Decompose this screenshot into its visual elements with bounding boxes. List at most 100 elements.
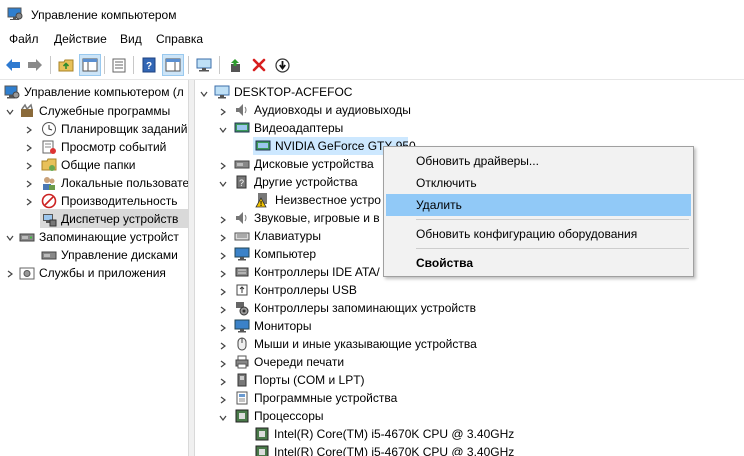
desktop-computer-icon bbox=[214, 84, 230, 100]
menu-item-scan-hardware[interactable]: Обновить конфигурацию оборудования bbox=[386, 223, 691, 245]
chevron-right-icon[interactable] bbox=[218, 359, 228, 369]
tree-item-other-devices[interactable]: ? Другие устройства bbox=[234, 173, 358, 191]
tree-item-display-adapters[interactable]: Видеоадаптеры bbox=[234, 119, 343, 137]
pane-splitter[interactable] bbox=[189, 80, 195, 456]
chevron-right-icon[interactable] bbox=[218, 323, 228, 333]
chevron-down-icon[interactable] bbox=[218, 125, 228, 135]
storage-icon bbox=[19, 229, 35, 245]
tree-item-processors[interactable]: Процессоры bbox=[234, 407, 324, 425]
download-circle-icon[interactable] bbox=[271, 54, 293, 76]
chevron-right-icon[interactable] bbox=[24, 125, 34, 135]
chevron-right-icon[interactable] bbox=[24, 161, 34, 171]
menu-file[interactable]: Файл bbox=[9, 32, 39, 46]
device-context-menu: Обновить драйверы... Отключить Удалить О… bbox=[383, 146, 694, 277]
tree-item-unknown-device[interactable]: ! Неизвестное устро bbox=[255, 191, 381, 209]
chevron-right-icon[interactable] bbox=[218, 269, 228, 279]
tree-item-shared-folders[interactable]: Общие папки bbox=[41, 156, 135, 174]
computer-management-icon bbox=[4, 84, 20, 100]
toolbar-separator bbox=[188, 56, 189, 74]
tree-item-usb-controllers[interactable]: Контроллеры USB bbox=[234, 281, 357, 299]
tree-item-local-users[interactable]: Локальные пользовате bbox=[41, 174, 188, 192]
tree-item-monitors[interactable]: Мониторы bbox=[234, 317, 311, 335]
chevron-down-icon[interactable] bbox=[199, 89, 209, 99]
chevron-down-icon[interactable] bbox=[5, 233, 15, 243]
chevron-right-icon[interactable] bbox=[218, 305, 228, 315]
chevron-right-icon[interactable] bbox=[218, 341, 228, 351]
tree-item-system-tools[interactable]: Служебные программы bbox=[19, 102, 170, 120]
menu-item-update-driver[interactable]: Обновить драйверы... bbox=[386, 150, 691, 172]
tree-item-cpu-core[interactable]: Intel(R) Core(TM) i5-4670K CPU @ 3.40GHz bbox=[254, 443, 514, 456]
title-bar: Управление компьютером bbox=[0, 0, 744, 30]
tree-item-ports[interactable]: Порты (COM и LPT) bbox=[234, 371, 365, 389]
chevron-right-icon[interactable] bbox=[218, 233, 228, 243]
unknown-device-icon: ? bbox=[234, 174, 250, 190]
tree-item-mice[interactable]: Мыши и иные указывающие устройства bbox=[234, 335, 477, 353]
show-hide-tree-icon[interactable] bbox=[79, 54, 101, 76]
computer-management-icon bbox=[7, 7, 23, 21]
tree-item-storage[interactable]: Запоминающие устройст bbox=[19, 228, 179, 246]
chevron-right-icon[interactable] bbox=[218, 377, 228, 387]
tree-item-audio-io[interactable]: Аудиовходы и аудиовыходы bbox=[234, 101, 411, 119]
tree-item-storage-controllers[interactable]: Контроллеры запоминающих устройств bbox=[234, 299, 476, 317]
keyboard-icon bbox=[234, 228, 250, 244]
disk-drive-icon bbox=[234, 156, 250, 172]
chevron-right-icon[interactable] bbox=[5, 269, 15, 279]
tree-item-computer-management[interactable]: Управление компьютером (л bbox=[4, 83, 184, 101]
tree-item-computer-root[interactable]: DESKTOP-ACFEFOC bbox=[214, 83, 352, 101]
monitor-icon[interactable] bbox=[193, 54, 215, 76]
cpu-icon bbox=[254, 444, 270, 456]
menu-item-disable-device[interactable]: Отключить bbox=[386, 172, 691, 194]
tree-item-performance[interactable]: Производительность bbox=[41, 192, 177, 210]
svg-text:?: ? bbox=[239, 178, 244, 188]
chevron-down-icon[interactable] bbox=[218, 179, 228, 189]
chevron-right-icon[interactable] bbox=[218, 395, 228, 405]
tree-item-computer[interactable]: Компьютер bbox=[234, 245, 316, 263]
tree-item-sound-video-game[interactable]: Звуковые, игровые и в bbox=[234, 209, 380, 227]
tree-item-task-scheduler[interactable]: Планировщик заданий bbox=[41, 120, 187, 138]
tools-icon bbox=[19, 103, 35, 119]
chevron-right-icon[interactable] bbox=[218, 107, 228, 117]
tree-item-disk-management[interactable]: Управление дисками bbox=[41, 246, 178, 264]
tree-item-ide-controllers[interactable]: Контроллеры IDE ATA/ bbox=[234, 263, 380, 281]
properties-sheet-icon[interactable] bbox=[108, 54, 130, 76]
chevron-right-icon[interactable] bbox=[218, 251, 228, 261]
chevron-right-icon[interactable] bbox=[218, 215, 228, 225]
chevron-down-icon[interactable] bbox=[218, 413, 228, 423]
tree-item-print-queues[interactable]: Очереди печати bbox=[234, 353, 344, 371]
device-manager-icon bbox=[41, 211, 57, 227]
tree-item-event-viewer[interactable]: Просмотр событий bbox=[41, 138, 166, 156]
toolbar: ? bbox=[0, 50, 744, 80]
tree-item-device-manager[interactable]: Диспетчер устройств bbox=[40, 209, 188, 228]
clock-icon bbox=[41, 121, 57, 137]
up-folder-icon[interactable] bbox=[55, 54, 77, 76]
speaker-icon bbox=[234, 210, 250, 226]
tree-item-services-apps[interactable]: Службы и приложения bbox=[19, 264, 166, 282]
tree-item-disk-drives[interactable]: Дисковые устройства bbox=[234, 155, 374, 173]
tree-item-cpu-core[interactable]: Intel(R) Core(TM) i5-4670K CPU @ 3.40GHz bbox=[254, 425, 514, 443]
chevron-right-icon[interactable] bbox=[218, 287, 228, 297]
chevron-right-icon[interactable] bbox=[218, 161, 228, 171]
menu-separator bbox=[416, 248, 689, 249]
tree-item-keyboards[interactable]: Клавиатуры bbox=[234, 227, 321, 245]
navigation-tree: Управление компьютером (л Служебные прог… bbox=[0, 80, 189, 456]
back-arrow-icon[interactable] bbox=[2, 54, 24, 76]
chevron-down-icon[interactable] bbox=[5, 107, 15, 117]
menu-action[interactable]: Действие bbox=[54, 32, 107, 46]
uninstall-x-icon[interactable] bbox=[248, 54, 270, 76]
forward-arrow-icon[interactable] bbox=[24, 54, 46, 76]
update-driver-icon[interactable] bbox=[225, 54, 247, 76]
svg-text:!: ! bbox=[260, 201, 262, 208]
help-icon[interactable]: ? bbox=[138, 54, 160, 76]
menu-view[interactable]: Вид bbox=[120, 32, 142, 46]
software-device-icon bbox=[234, 390, 250, 406]
menu-item-properties[interactable]: Свойства bbox=[386, 252, 691, 274]
chevron-right-icon[interactable] bbox=[24, 197, 34, 207]
tree-item-software-devices[interactable]: Программные устройства bbox=[234, 389, 397, 407]
chevron-right-icon[interactable] bbox=[24, 179, 34, 189]
monitor-icon bbox=[234, 318, 250, 334]
menu-item-uninstall-device[interactable]: Удалить bbox=[386, 194, 691, 216]
action-pane-icon[interactable] bbox=[162, 54, 184, 76]
storage-controller-icon bbox=[234, 300, 250, 316]
chevron-right-icon[interactable] bbox=[24, 143, 34, 153]
menu-help[interactable]: Справка bbox=[156, 32, 203, 46]
